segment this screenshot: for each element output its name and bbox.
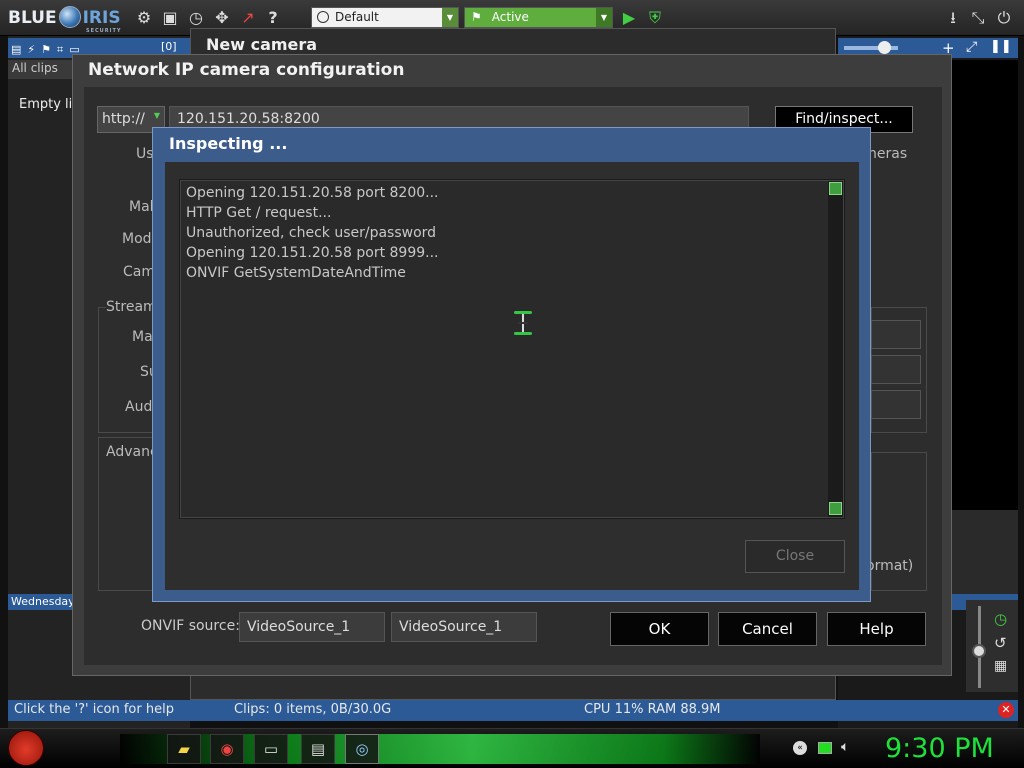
log-line: HTTP Get / request... (186, 205, 332, 221)
status-value: Active (491, 10, 529, 24)
pause-icon[interactable]: ❚❚ (990, 39, 1012, 54)
help-hint: Click the '?' icon for help (14, 702, 174, 717)
log-line: Unauthorized, check user/password (186, 225, 437, 241)
profile-value: Default (335, 10, 379, 24)
ok-button[interactable]: OK (610, 612, 709, 646)
chrome-icon[interactable]: ◉ (210, 734, 244, 764)
restore-icon[interactable]: ⤡ (968, 8, 988, 28)
log-line: Opening 120.151.20.58 port 8999... (186, 245, 439, 261)
undo-icon[interactable]: ↺ (994, 634, 1007, 652)
timer-icon[interactable]: ◷ (186, 8, 206, 28)
shield-icon[interactable]: ⛨ (645, 8, 665, 28)
clips-status: Clips: 0 items, 0B/30.0G (234, 702, 392, 717)
clock-icon (317, 11, 329, 23)
busy-cursor-icon (514, 311, 532, 335)
streams-label: Stream (106, 299, 159, 315)
chart-icon[interactable]: ↗ (238, 8, 258, 28)
blue-iris-logo: BLUE IRIS SECURITY (8, 6, 121, 34)
scroll-up-button[interactable] (829, 182, 842, 195)
blue-iris-app: { "app": {"logo_blue": "BLUE", "logo_iri… (0, 0, 1024, 768)
model-label: Mod (122, 231, 152, 247)
crop-icon[interactable]: ⌗ (57, 43, 63, 57)
lightning-icon[interactable]: ⚡ (27, 43, 35, 56)
clips-icon[interactable]: ▣ (160, 8, 180, 28)
cameras-label: neras (868, 146, 908, 162)
onvif-source-value-2: VideoSource_1 (399, 619, 503, 635)
inspect-log-lines: Opening 120.151.20.58 port 8200... HTTP … (186, 183, 439, 283)
start-button-icon[interactable] (8, 730, 44, 766)
timeline-day-label: Wednesday (11, 595, 75, 608)
format-label: ormat) (866, 558, 914, 574)
volume-icon[interactable]: 🔈︎ (841, 739, 849, 755)
profile-select[interactable]: Default ▼ (311, 7, 459, 28)
onvif-source-value-1: VideoSource_1 (247, 619, 351, 635)
network-dialog-title: Network IP camera configuration (88, 60, 405, 80)
log-line: Opening 120.151.20.58 port 8200... (186, 185, 439, 201)
settings-icon[interactable]: ⚙ (134, 8, 154, 28)
logo-orb-icon (58, 6, 81, 28)
clip-counter: [0] (161, 40, 177, 53)
address-value: 120.151.20.58:8200 (177, 111, 320, 127)
video-area (952, 60, 1018, 510)
download-icon[interactable]: ⭳ (943, 8, 963, 28)
chevron-down-icon[interactable]: ▼ (596, 8, 612, 27)
audio-field[interactable] (871, 390, 921, 419)
empty-list-text: Empty lis (19, 97, 80, 112)
onvif-source-field-1[interactable]: VideoSource_1 (239, 612, 385, 642)
chevron-down-icon[interactable]: ▼ (154, 111, 160, 120)
all-clips-label: All clips (12, 61, 58, 75)
chevron-down-icon[interactable]: ▼ (442, 8, 458, 27)
onvif-source-field-2[interactable]: VideoSource_1 (391, 612, 537, 642)
move-icon[interactable]: ✥ (212, 8, 232, 28)
user-label: Us (136, 146, 154, 162)
log-line: ONVIF GetSystemDateAndTime (186, 265, 406, 281)
tray-expand-icon[interactable]: « (793, 741, 807, 755)
advanced-group (98, 437, 158, 591)
clock-icon[interactable]: ◷ (994, 610, 1007, 628)
slider-knob[interactable] (972, 644, 986, 658)
camera-list-icon[interactable]: ▤ (11, 43, 21, 56)
log-scrollbar[interactable] (828, 181, 843, 517)
advanced-label: Advanc (106, 444, 158, 460)
taskbar-clock[interactable]: 9:30 PM (885, 733, 994, 764)
cancel-button[interactable]: Cancel (718, 612, 817, 646)
calendar-icon[interactable]: ▦ (994, 658, 1007, 674)
main-stream-field[interactable] (871, 320, 921, 349)
volume-knob[interactable] (878, 41, 891, 54)
power-icon[interactable]: ⏻ (994, 8, 1014, 28)
tray-app-icon[interactable] (818, 742, 832, 754)
protocol-value: http:// (102, 111, 145, 127)
help-icon[interactable]: ? (263, 8, 283, 28)
notepad-icon[interactable]: ▤ (301, 734, 335, 764)
logo-subtitle: SECURITY (86, 28, 122, 34)
help-button[interactable]: Help (827, 612, 926, 646)
video-area-lower (952, 510, 1018, 594)
make-label: Mal (129, 199, 154, 215)
timeline-zoom-slider[interactable]: ◷ ↺ ▦ (966, 600, 1018, 692)
status-select[interactable]: ⚑ Active ▼ (464, 7, 613, 28)
play-icon[interactable]: ▶ (619, 8, 639, 28)
close-icon[interactable]: ✕ (998, 702, 1014, 718)
window-icon[interactable]: ▭ (254, 734, 288, 764)
flag-icon: ⚑ (471, 10, 482, 24)
logo-text-blue: BLUE (8, 8, 57, 28)
blue-iris-icon[interactable]: ◎ (345, 734, 379, 764)
logo-text-iris: IRIS (82, 8, 121, 28)
flag-icon[interactable]: ⚑ (41, 43, 51, 56)
onvif-source-label: ONVIF source: (141, 618, 240, 634)
status-bar: Click the '?' icon for help Clips: 0 ite… (8, 700, 1018, 721)
fullscreen-icon[interactable]: ⤢ (966, 39, 977, 55)
camera-label: Cam (123, 264, 155, 280)
sub-stream-field[interactable] (871, 355, 921, 384)
scroll-down-button[interactable] (829, 502, 842, 515)
audio-label: Aud (125, 399, 153, 415)
inspecting-title: Inspecting ... (169, 134, 288, 153)
new-camera-title: New camera (206, 35, 318, 54)
explorer-icon[interactable]: ▰ (167, 734, 201, 764)
close-button[interactable]: Close (745, 540, 845, 573)
cpu-ram-status: CPU 11% RAM 88.9M (584, 702, 721, 717)
main-stream-label: Ma (132, 329, 153, 345)
